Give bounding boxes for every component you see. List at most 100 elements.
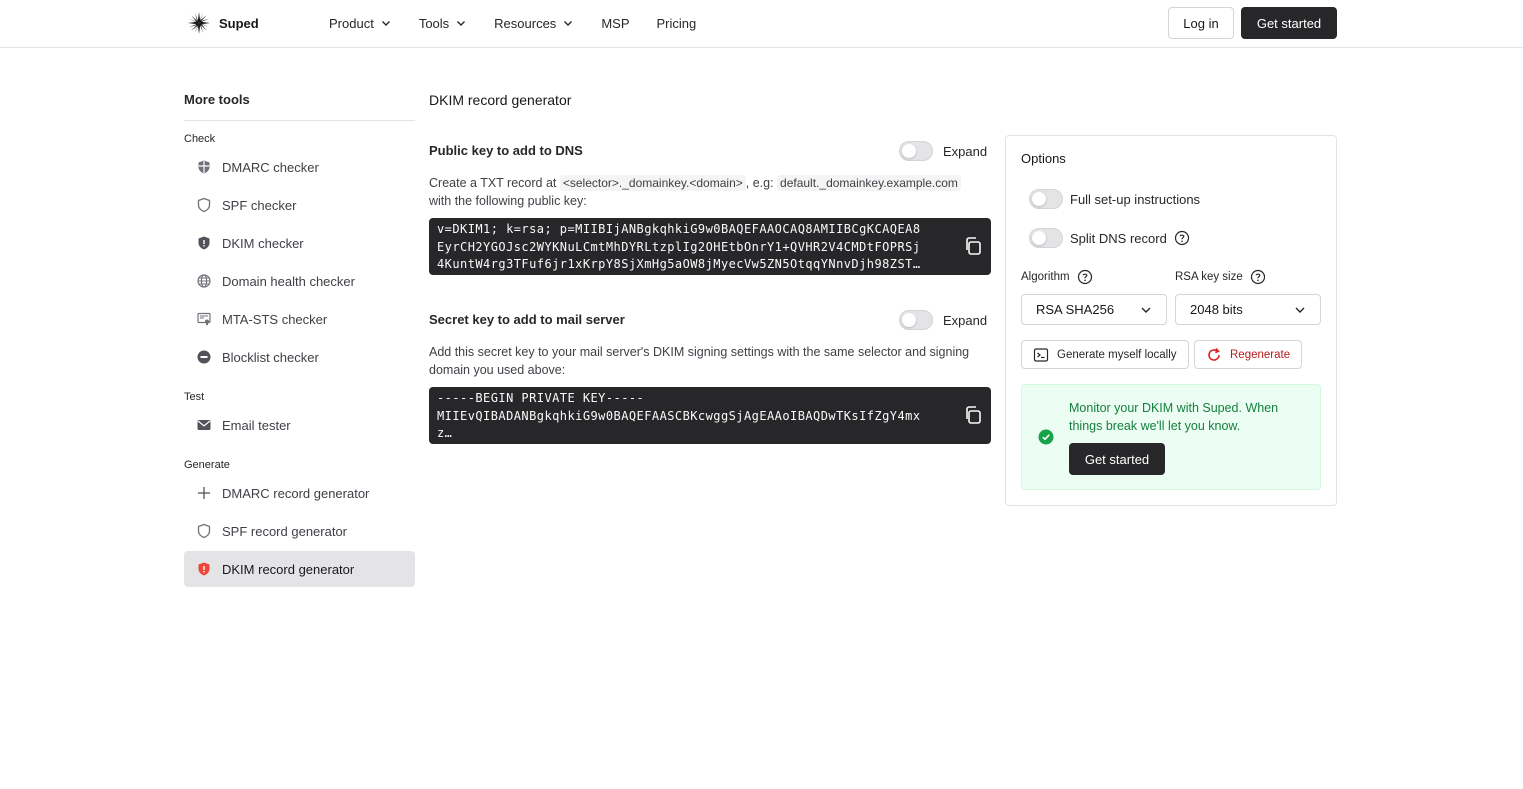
- desc-text: , e.g:: [745, 176, 778, 190]
- refresh-icon: [1208, 347, 1220, 361]
- key-line: z…: [437, 426, 453, 440]
- expand-label: Expand: [943, 143, 988, 159]
- copy-icon[interactable]: [963, 236, 983, 256]
- page-title: DKIM record generator: [429, 92, 572, 108]
- keysize-select[interactable]: 2048 bits: [1175, 294, 1321, 325]
- help-circle-icon[interactable]: [1077, 269, 1093, 285]
- sidebar-item-mta-sts-checker[interactable]: MTA-STS checker: [184, 301, 415, 337]
- algorithm-label: Algorithm: [1021, 271, 1070, 283]
- regenerate-button[interactable]: Regenerate: [1194, 340, 1303, 369]
- nav-msp[interactable]: MSP: [601, 16, 629, 31]
- keysize-label: RSA key size: [1175, 271, 1243, 283]
- sidebar-item-label: DKIM record generator: [222, 561, 355, 577]
- split-dns-toggle[interactable]: [1029, 228, 1063, 248]
- full-setup-toggle[interactable]: [1029, 189, 1063, 209]
- chevron-down-icon: [381, 21, 390, 26]
- algorithm-value: RSA SHA256: [1036, 302, 1115, 317]
- desc-text: with the following public key:: [429, 194, 587, 208]
- sidebar-item-blocklist-checker[interactable]: Blocklist checker: [184, 339, 415, 375]
- sidebar-group-generate: Generate: [184, 459, 230, 471]
- example-code: default._domainkey.example.com: [777, 175, 961, 191]
- get-started-button[interactable]: Get started: [1241, 7, 1337, 39]
- sidebar-item-email-tester[interactable]: Email tester: [184, 407, 415, 443]
- nav-resources[interactable]: Resources: [494, 16, 574, 31]
- keysize-label-row: RSA key size: [1175, 269, 1266, 285]
- expand-toggle[interactable]: [899, 141, 933, 161]
- blocked-icon: [196, 349, 212, 365]
- nav-msp-label: MSP: [601, 15, 630, 31]
- sidebar-item-dkim-checker[interactable]: DKIM checker: [184, 225, 415, 261]
- public-key-box[interactable]: v=DKIM1; k=rsa; p=MIIBIjANBgkqhkiG9w0BAQ…: [429, 218, 991, 275]
- full-setup-label: Full set-up instructions: [1070, 191, 1201, 207]
- shield-outline-icon: [196, 523, 212, 539]
- top-navigation-bar: Suped Product Tools Resources MSP Pricin…: [0, 0, 1523, 48]
- options-title: Options: [1021, 151, 1066, 166]
- monitor-promo-card: Monitor your DKIM with Suped. When thing…: [1021, 384, 1321, 490]
- nav-pricing[interactable]: Pricing: [656, 16, 696, 31]
- public-key-description: Create a TXT record at <selector>._domai…: [429, 174, 989, 210]
- promo-text: Monitor your DKIM with Suped. When thing…: [1069, 401, 1279, 433]
- sidebar-item-label: Blocklist checker: [222, 349, 319, 365]
- globe-icon: [196, 273, 212, 289]
- sidebar-item-label: DKIM checker: [222, 235, 304, 251]
- chevron-down-icon: [564, 21, 573, 26]
- split-dns-option[interactable]: Split DNS record: [1029, 228, 1190, 248]
- sidebar-item-spf-checker[interactable]: SPF checker: [184, 187, 415, 223]
- sidebar-item-dkim-record-generator[interactable]: DKIM record generator: [184, 551, 415, 587]
- nav-pricing-label: Pricing: [656, 15, 697, 31]
- regenerate-label: Regenerate: [1230, 348, 1291, 361]
- public-key-expand[interactable]: Expand: [899, 141, 987, 161]
- shield-red-icon: [196, 561, 212, 577]
- secret-key-box[interactable]: -----BEGIN PRIVATE KEY----- MIIEvQIBADAN…: [429, 387, 991, 444]
- shield-outline-icon: [196, 197, 212, 213]
- sidebar-item-label: SPF record generator: [222, 523, 348, 539]
- chevron-down-icon: [1295, 307, 1305, 313]
- tools-sidebar: More tools Check DMARC checker SPF check…: [184, 88, 415, 587]
- brand-name: Suped: [219, 15, 259, 31]
- shield-filled-icon: [196, 235, 212, 251]
- secret-key-expand[interactable]: Expand: [899, 310, 987, 330]
- generate-locally-button[interactable]: Generate myself locally: [1021, 340, 1189, 369]
- sidebar-item-label: DMARC record generator: [222, 485, 370, 501]
- sidebar-item-domain-health-checker[interactable]: Domain health checker: [184, 263, 415, 299]
- selector-code: <selector>._domainkey.<domain>: [559, 175, 746, 191]
- expand-label: Expand: [943, 312, 988, 328]
- terminal-icon: [1033, 347, 1049, 362]
- sidebar-item-spf-record-generator[interactable]: SPF record generator: [184, 513, 415, 549]
- sidebar-item-label: SPF checker: [222, 197, 297, 213]
- sidebar-title: More tools: [184, 92, 250, 107]
- sidebar-item-dmarc-checker[interactable]: DMARC checker: [184, 149, 415, 185]
- nav-resources-label: Resources: [494, 15, 557, 31]
- options-panel: Options Full set-up instructions Split D…: [1005, 135, 1337, 506]
- brand-logo[interactable]: Suped: [187, 11, 259, 35]
- login-button[interactable]: Log in: [1168, 7, 1234, 39]
- key-line: -----BEGIN PRIVATE KEY-----: [437, 391, 645, 405]
- nav-product[interactable]: Product: [329, 16, 392, 31]
- full-setup-option[interactable]: Full set-up instructions: [1029, 189, 1200, 209]
- sidebar-divider: [184, 120, 415, 121]
- public-key-title: Public key to add to DNS: [429, 143, 583, 158]
- sidebar-item-label: Email tester: [222, 417, 291, 433]
- sidebar-item-label: Domain health checker: [222, 273, 355, 289]
- generate-locally-label: Generate myself locally: [1057, 348, 1177, 361]
- copy-icon[interactable]: [963, 405, 983, 425]
- certificate-icon: [196, 311, 212, 327]
- sidebar-item-label: MTA-STS checker: [222, 311, 328, 327]
- check-circle-icon: [1038, 429, 1054, 445]
- key-line: v=DKIM1; k=rsa; p=MIIBIjANBgkqhkiG9w0BAQ…: [437, 222, 921, 236]
- sidebar-item-dmarc-record-generator[interactable]: DMARC record generator: [184, 475, 415, 511]
- desc-text: Create a TXT record at: [429, 176, 560, 190]
- secret-key-description: Add this secret key to your mail server'…: [429, 345, 970, 377]
- help-circle-icon[interactable]: [1174, 230, 1190, 246]
- keysize-value: 2048 bits: [1190, 302, 1243, 317]
- chevron-down-icon: [457, 21, 466, 26]
- promo-get-started-button[interactable]: Get started: [1069, 443, 1165, 475]
- sidebar-group-check: Check: [184, 133, 216, 145]
- nav-product-label: Product: [329, 15, 374, 31]
- key-line: EyrCH2YGOJsc2WYKNuLCmtMhDYRLtzplIg2OHEtb…: [437, 239, 921, 254]
- algorithm-select[interactable]: RSA SHA256: [1021, 294, 1167, 325]
- help-circle-icon[interactable]: [1250, 269, 1266, 285]
- plus-icon: [196, 485, 212, 501]
- nav-tools[interactable]: Tools: [419, 16, 467, 31]
- expand-toggle[interactable]: [899, 310, 933, 330]
